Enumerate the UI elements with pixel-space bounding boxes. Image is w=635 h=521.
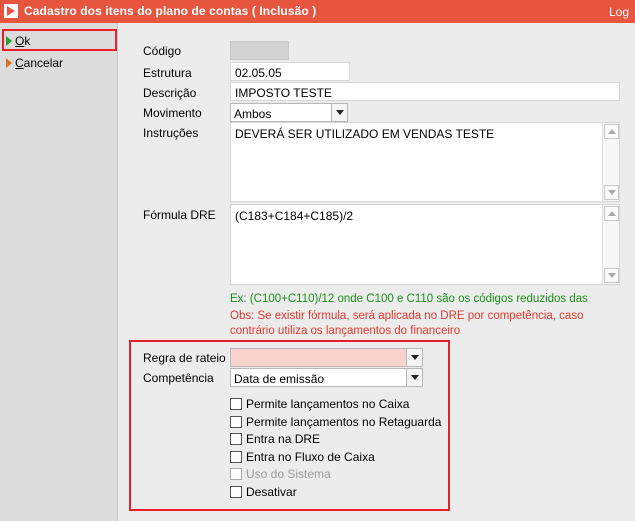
checkbox-label: Entra no Fluxo de Caixa <box>246 450 375 464</box>
movimento-value: Ambos <box>234 107 272 121</box>
instrucoes-scrollbar[interactable] <box>602 123 619 201</box>
regra-rateio-label: Regra de rateio <box>143 351 226 365</box>
scroll-up-icon[interactable] <box>604 206 619 221</box>
arrow-right-icon <box>6 58 12 68</box>
instrucoes-text: DEVERÁ SER UTILIZADO EM VENDAS TESTE <box>235 127 495 141</box>
chevron-down-icon[interactable] <box>406 369 422 386</box>
cancel-button[interactable]: Cancelar <box>0 52 118 74</box>
checkbox-box[interactable] <box>230 433 242 445</box>
formula-example-hint: Ex: (C100+C110)/12 onde C100 e C110 são … <box>230 293 588 305</box>
scroll-down-icon[interactable] <box>604 268 619 283</box>
codigo-field <box>230 41 289 60</box>
chevron-down-icon[interactable] <box>331 104 347 121</box>
regra-rateio-select[interactable] <box>230 348 423 367</box>
sidebar: Ok Cancelar <box>0 23 118 521</box>
log-link[interactable]: Log <box>609 5 629 19</box>
cancel-label: Cancelar <box>15 56 64 70</box>
app-logo-icon <box>4 4 18 18</box>
estrutura-label: Estrutura <box>143 66 192 80</box>
checkbox-label: Desativar <box>246 485 297 499</box>
competencia-value: Data de emissão <box>234 372 325 386</box>
descricao-input[interactable]: IMPOSTO TESTE <box>230 82 620 101</box>
ok-highlight-box <box>2 29 117 51</box>
checkbox-box[interactable] <box>230 451 242 463</box>
formula-obs-hint-line2: contrário utiliza os lançamentos do fina… <box>230 325 461 337</box>
checkbox-box[interactable] <box>230 398 242 410</box>
instrucoes-label: Instruções <box>143 126 199 140</box>
form-panel: Código Estrutura 02.05.05 Descrição IMPO… <box>119 23 635 521</box>
competencia-label: Competência <box>143 371 214 385</box>
checkbox-box[interactable] <box>230 486 242 498</box>
checkbox-label: Entra na DRE <box>246 432 321 446</box>
formula-scrollbar[interactable] <box>602 205 619 284</box>
checkbox-label: Permite lançamentos no Retaguarda <box>246 415 442 429</box>
codigo-label: Código <box>143 44 182 58</box>
competencia-select[interactable]: Data de emissão <box>230 368 423 387</box>
instrucoes-textarea[interactable]: DEVERÁ SER UTILIZADO EM VENDAS TESTE <box>230 122 620 202</box>
descricao-label: Descrição <box>143 86 197 100</box>
formula-text: (C183+C184+C185)/2 <box>235 209 354 223</box>
checkbox-box <box>230 468 242 480</box>
checkbox-box[interactable] <box>230 416 242 428</box>
estrutura-input[interactable]: 02.05.05 <box>230 62 350 81</box>
title-bar: Cadastro dos itens do plano de contas ( … <box>0 0 635 23</box>
chevron-down-icon[interactable] <box>406 349 422 366</box>
checkbox-label: Uso do Sistema <box>246 467 331 481</box>
checkbox-label: Permite lançamentos no Caixa <box>246 397 410 411</box>
scroll-up-icon[interactable] <box>604 124 619 139</box>
formula-textarea[interactable]: (C183+C184+C185)/2 <box>230 204 620 285</box>
formula-obs-hint-line1: Obs: Se existir fórmula, será aplicada n… <box>230 310 584 322</box>
movimento-label: Movimento <box>143 106 202 120</box>
movimento-select[interactable]: Ambos <box>230 103 348 122</box>
scroll-down-icon[interactable] <box>604 185 619 200</box>
formula-label: Fórmula DRE <box>143 208 216 222</box>
window-title: Cadastro dos itens do plano de contas ( … <box>24 4 317 18</box>
